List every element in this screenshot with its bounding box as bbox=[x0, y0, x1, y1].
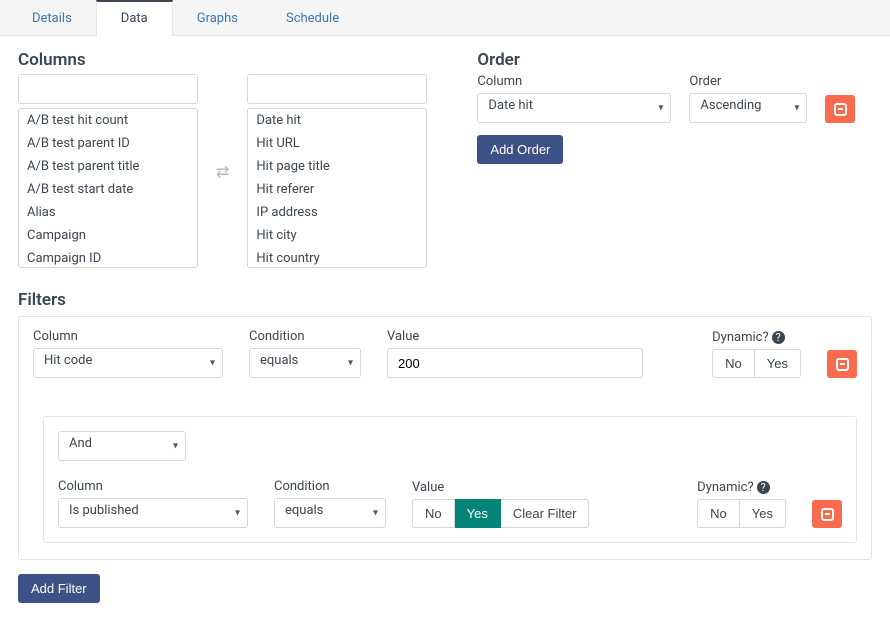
order-direction-select[interactable]: Ascending bbox=[689, 93, 807, 123]
filter-dynamic-label: Dynamic?? bbox=[697, 480, 786, 495]
list-item[interactable]: Campaign bbox=[19, 224, 197, 247]
order-column-select[interactable]: Date hit bbox=[477, 93, 671, 123]
filter-dynamic-label: Dynamic?? bbox=[712, 330, 801, 345]
minus-icon bbox=[834, 103, 847, 116]
list-item[interactable]: Campaign ID bbox=[19, 247, 197, 268]
dynamic-toggle[interactable]: No Yes bbox=[712, 349, 801, 378]
filter-nested-card: And ▾ Column Is published ▾ Condition bbox=[43, 416, 857, 543]
value-no-button[interactable]: No bbox=[412, 499, 455, 528]
filter-logic-select[interactable]: And bbox=[58, 431, 186, 461]
list-item[interactable]: Hit country bbox=[248, 247, 426, 268]
clear-filter-button[interactable]: Clear Filter bbox=[501, 499, 590, 528]
tab-bar: Details Data Graphs Schedule bbox=[0, 0, 890, 36]
order-column-label: Column bbox=[477, 74, 671, 89]
filter-column-select[interactable]: Hit code bbox=[33, 348, 223, 378]
add-order-button[interactable]: Add Order bbox=[477, 135, 563, 164]
minus-icon bbox=[836, 358, 849, 371]
list-item[interactable]: A/B test parent ID bbox=[19, 132, 197, 155]
list-item[interactable]: Hit city bbox=[248, 224, 426, 247]
remove-order-button[interactable] bbox=[825, 95, 855, 123]
filter-column-select[interactable]: Is published bbox=[58, 498, 248, 528]
list-item[interactable]: A/B test parent title bbox=[19, 155, 197, 178]
minus-icon bbox=[821, 508, 834, 521]
columns-heading: Columns bbox=[18, 50, 427, 70]
value-yes-button[interactable]: Yes bbox=[455, 499, 501, 528]
order-heading: Order bbox=[477, 50, 872, 70]
filter-value-label: Value bbox=[387, 329, 643, 344]
dynamic-no-button[interactable]: No bbox=[697, 499, 740, 528]
tab-data[interactable]: Data bbox=[96, 0, 173, 36]
filter-column-label: Column bbox=[33, 329, 223, 344]
list-item[interactable]: A/B test start date bbox=[19, 178, 197, 201]
add-filter-button[interactable]: Add Filter bbox=[18, 574, 100, 603]
list-item[interactable]: IP address bbox=[248, 201, 426, 224]
list-item[interactable]: Hit page title bbox=[248, 155, 426, 178]
order-direction-label: Order bbox=[689, 74, 807, 89]
list-item[interactable]: A/B test hit count bbox=[19, 109, 197, 132]
columns-search-selected[interactable] bbox=[247, 74, 427, 104]
filter-condition-select[interactable]: equals bbox=[274, 498, 386, 528]
filter-column-label: Column bbox=[58, 479, 248, 494]
filters-heading: Filters bbox=[18, 290, 872, 310]
dynamic-yes-button[interactable]: Yes bbox=[740, 499, 786, 528]
dynamic-toggle[interactable]: No Yes bbox=[697, 499, 786, 528]
list-item[interactable]: Alias bbox=[19, 201, 197, 224]
columns-available-list[interactable]: A/B test hit count A/B test parent ID A/… bbox=[18, 108, 198, 268]
dynamic-no-button[interactable]: No bbox=[712, 349, 755, 378]
list-item[interactable]: Date hit bbox=[248, 109, 426, 132]
filter-condition-select[interactable]: equals bbox=[249, 348, 361, 378]
filter-card: Column Hit code ▾ Condition equals ▾ Val… bbox=[18, 316, 872, 560]
list-item[interactable]: Hit referer bbox=[248, 178, 426, 201]
help-icon[interactable]: ? bbox=[757, 481, 770, 494]
tab-schedule[interactable]: Schedule bbox=[262, 0, 363, 35]
remove-filter-button[interactable] bbox=[812, 500, 842, 528]
list-item[interactable]: Hit URL bbox=[248, 132, 426, 155]
remove-filter-button[interactable] bbox=[827, 350, 857, 378]
filter-value-label: Value bbox=[412, 480, 589, 495]
tab-details[interactable]: Details bbox=[8, 0, 96, 35]
swap-icon[interactable]: ⇄ bbox=[216, 162, 229, 181]
help-icon[interactable]: ? bbox=[772, 331, 785, 344]
filter-value-input[interactable] bbox=[387, 348, 643, 378]
order-section: Order Column Date hit ▾ Order Ascending … bbox=[477, 50, 872, 268]
columns-selected-list[interactable]: Date hit Hit URL Hit page title Hit refe… bbox=[247, 108, 427, 268]
columns-search-available[interactable] bbox=[18, 74, 198, 104]
columns-section: Columns A/B test hit count A/B test pare… bbox=[18, 50, 427, 268]
filters-section: Filters Column Hit code ▾ Condition equa… bbox=[18, 290, 872, 603]
filter-condition-label: Condition bbox=[274, 479, 386, 494]
filter-condition-label: Condition bbox=[249, 329, 361, 344]
value-toggle[interactable]: No Yes Clear Filter bbox=[412, 499, 589, 528]
dynamic-yes-button[interactable]: Yes bbox=[755, 349, 801, 378]
tab-graphs[interactable]: Graphs bbox=[173, 0, 262, 35]
